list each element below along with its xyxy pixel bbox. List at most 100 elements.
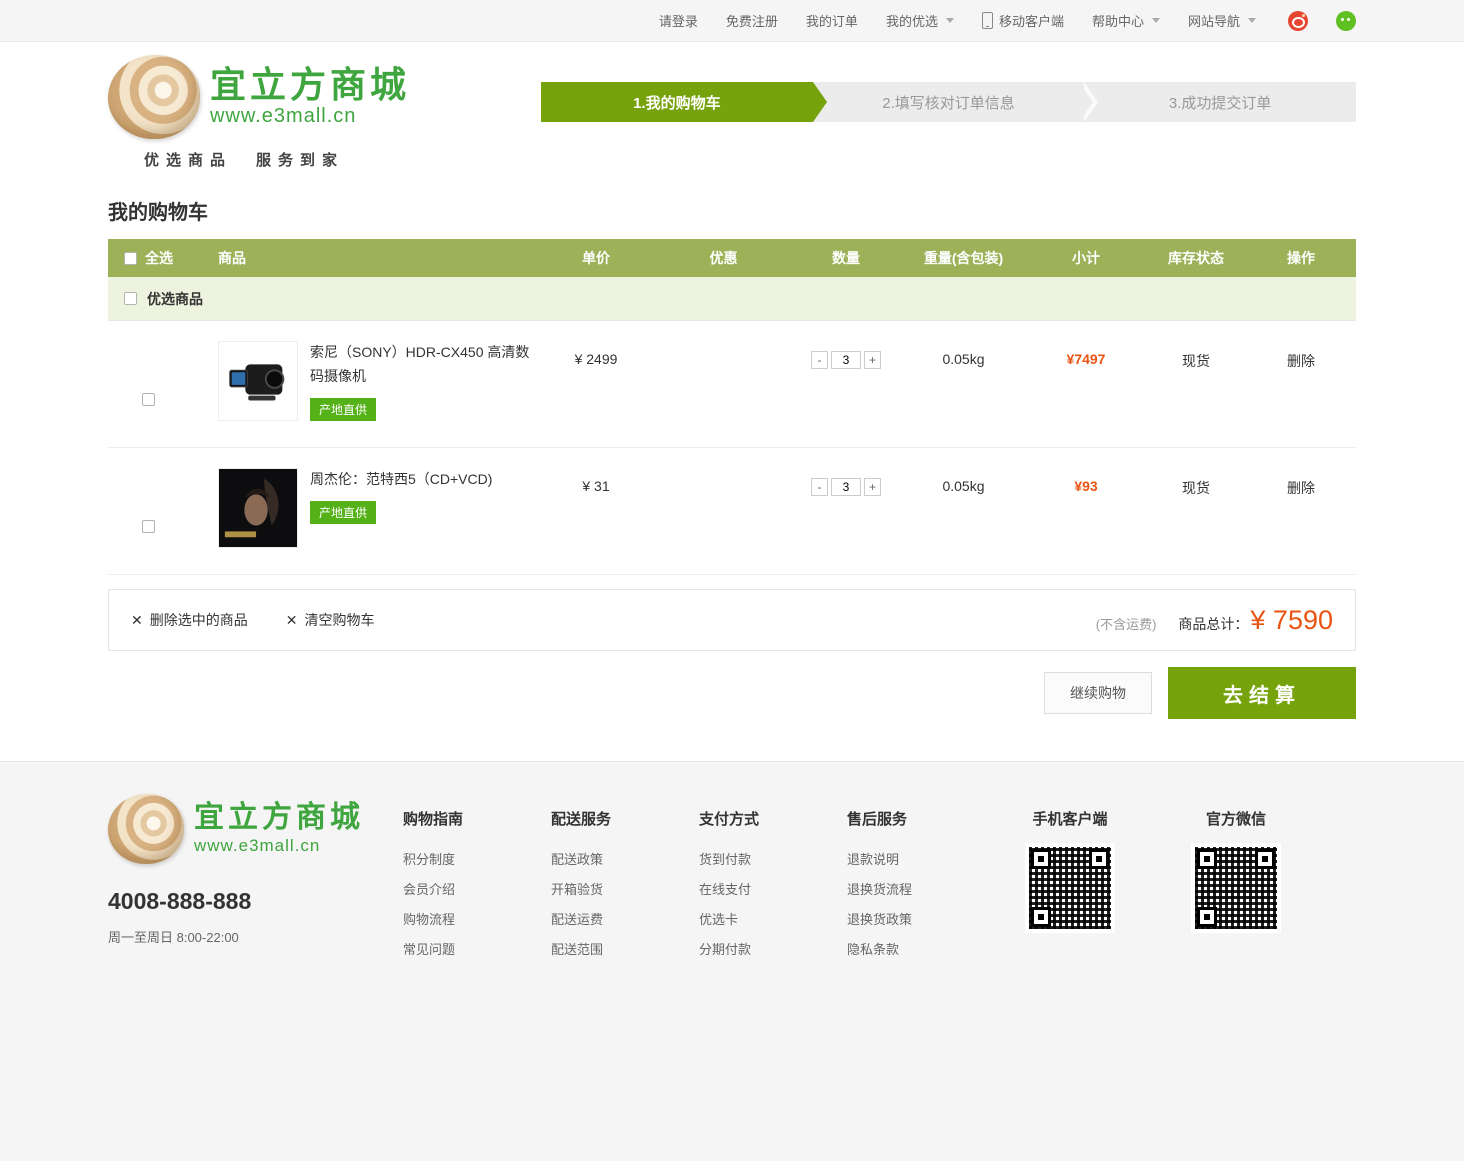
clear-cart-label: 清空购物车 [304, 610, 374, 630]
register-link[interactable]: 免费注册 [726, 11, 778, 30]
qty-increase-button[interactable]: + [864, 478, 881, 496]
footer-qr-wechat: 官方微信 [1161, 794, 1311, 965]
select-all-checkbox[interactable] [124, 252, 137, 265]
wechat-icon[interactable] [1336, 11, 1356, 31]
footer-link[interactable]: 购物流程 [403, 905, 551, 935]
footer-logo-title: 宜立方商城 [194, 802, 364, 834]
footer-col-payment: 支付方式 货到付款 在线支付 优选卡 分期付款 [699, 794, 847, 965]
product-title[interactable]: 索尼（SONY）HDR-CX450 高清数码摄像机 [310, 341, 536, 389]
stock-status: 现货 [1146, 341, 1246, 421]
item-subtotal: ¥7497 [1026, 341, 1146, 421]
phone-icon [982, 12, 993, 29]
chevron-down-icon [1248, 18, 1256, 23]
help-center-link[interactable]: 帮助中心 [1092, 11, 1160, 30]
mobile-client-link[interactable]: 移动客户端 [982, 11, 1064, 30]
qr-finder [1031, 907, 1051, 927]
footer-link[interactable]: 会员介绍 [403, 875, 551, 905]
weibo-icon[interactable] [1288, 11, 1308, 31]
footer-col-shopping-guide: 购物指南 积分制度 会员介绍 购物流程 常见问题 [403, 794, 551, 965]
footer-link[interactable]: 配送政策 [551, 845, 699, 875]
my-orders-link[interactable]: 我的订单 [806, 11, 858, 30]
step-confirm-order: 2.填写核对订单信息 [813, 82, 1085, 122]
stock-status: 现货 [1146, 468, 1246, 548]
site-nav-label: 网站导航 [1188, 11, 1240, 30]
chevron-down-icon [946, 18, 954, 23]
logo-shell-image [108, 794, 184, 864]
delete-item-link[interactable]: 删除 [1287, 353, 1315, 369]
footer-link[interactable]: 优选卡 [699, 905, 847, 935]
footer-link[interactable]: 隐私条款 [847, 935, 995, 965]
footer-link[interactable]: 开箱验货 [551, 875, 699, 905]
footer-link[interactable]: 退换货流程 [847, 875, 995, 905]
qr-finder [1031, 849, 1051, 869]
continue-shopping-button[interactable]: 继续购物 [1044, 672, 1152, 714]
product-image[interactable] [218, 468, 298, 548]
freight-note: (不含运费) [1096, 614, 1157, 633]
footer-link[interactable]: 货到付款 [699, 845, 847, 875]
site-logo[interactable]: 宜立方商城 www.e3mall.cn 优选商品 服务到家 [108, 55, 410, 170]
qty-decrease-button[interactable]: - [811, 478, 828, 496]
col-stock: 库存状态 [1146, 248, 1246, 268]
footer-logo[interactable]: 宜立方商城 www.e3mall.cn 4008-888-888 周一至周日 8… [108, 794, 403, 965]
qr-app-title: 手机客户端 [995, 808, 1145, 829]
checkout-button[interactable]: 去结算 [1168, 667, 1356, 719]
unit-price: ¥ 31 [536, 468, 656, 548]
header: 宜立方商城 www.e3mall.cn 优选商品 服务到家 1.我的购物车 2.… [108, 42, 1356, 170]
item-weight: 0.05kg [901, 341, 1026, 421]
step-order-submitted: 3.成功提交订单 [1084, 82, 1356, 122]
item-checkbox[interactable] [142, 393, 155, 406]
close-icon: ✕ [286, 612, 298, 629]
logo-url: www.e3mall.cn [210, 105, 410, 128]
col-weight: 重量(含包装) [901, 248, 1026, 268]
site-nav-link[interactable]: 网站导航 [1188, 11, 1256, 30]
logo-shell-image [108, 55, 200, 139]
total-label: 商品总计： [1178, 614, 1248, 634]
qty-input[interactable] [831, 351, 861, 369]
footer-link[interactable]: 常见问题 [403, 935, 551, 965]
footer-link[interactable]: 在线支付 [699, 875, 847, 905]
qr-wechat-title: 官方微信 [1161, 808, 1311, 829]
origin-badge: 产地直供 [310, 398, 376, 421]
product-title[interactable]: 周杰伦：范特西5（CD+VCD) [310, 468, 492, 492]
footer-link[interactable]: 退换货政策 [847, 905, 995, 935]
group-label: 优选商品 [147, 289, 203, 309]
delete-selected-button[interactable]: ✕ 删除选中的商品 [131, 610, 248, 630]
qr-finder [1197, 849, 1217, 869]
checkout-stepper: 1.我的购物车 2.填写核对订单信息 3.成功提交订单 [541, 82, 1356, 122]
footer-col-title: 支付方式 [699, 808, 847, 829]
qty-input[interactable] [831, 478, 861, 496]
cart-group-row: 优选商品 [108, 277, 1356, 321]
footer-link[interactable]: 积分制度 [403, 845, 551, 875]
slogan-left: 优选商品 [144, 149, 232, 170]
qty-decrease-button[interactable]: - [811, 351, 828, 369]
hotline-number: 4008-888-888 [108, 888, 403, 915]
select-all-label: 全选 [145, 248, 173, 268]
delete-item-link[interactable]: 删除 [1287, 480, 1315, 496]
slogan-right: 服务到家 [256, 149, 344, 170]
footer-link[interactable]: 分期付款 [699, 935, 847, 965]
footer-link[interactable]: 配送范围 [551, 935, 699, 965]
qty-increase-button[interactable]: + [864, 351, 881, 369]
login-link[interactable]: 请登录 [659, 11, 698, 30]
clear-cart-button[interactable]: ✕ 清空购物车 [286, 610, 375, 630]
qr-finder [1089, 849, 1109, 869]
item-subtotal: ¥93 [1026, 468, 1146, 548]
item-weight: 0.05kg [901, 468, 1026, 548]
album-cover-image [219, 469, 297, 547]
footer-link[interactable]: 配送运费 [551, 905, 699, 935]
qr-code-wechat [1195, 847, 1277, 929]
footer-col-title: 配送服务 [551, 808, 699, 829]
col-unit-price: 单价 [536, 248, 656, 268]
col-action: 操作 [1246, 248, 1356, 268]
my-picks-label: 我的优选 [886, 11, 938, 30]
cart-table-header: 全选 商品 单价 优惠 数量 重量(含包装) 小计 库存状态 操作 [108, 239, 1356, 277]
product-image[interactable] [218, 341, 298, 421]
logo-title: 宜立方商城 [210, 66, 410, 104]
footer: 宜立方商城 www.e3mall.cn 4008-888-888 周一至周日 8… [0, 761, 1464, 1161]
my-picks-link[interactable]: 我的优选 [886, 11, 954, 30]
step-my-cart: 1.我的购物车 [541, 82, 813, 122]
footer-link[interactable]: 退款说明 [847, 845, 995, 875]
item-checkbox[interactable] [142, 520, 155, 533]
group-checkbox[interactable] [124, 292, 137, 305]
topbar: 请登录 免费注册 我的订单 我的优选 移动客户端 帮助中心 网站导航 [0, 0, 1464, 42]
